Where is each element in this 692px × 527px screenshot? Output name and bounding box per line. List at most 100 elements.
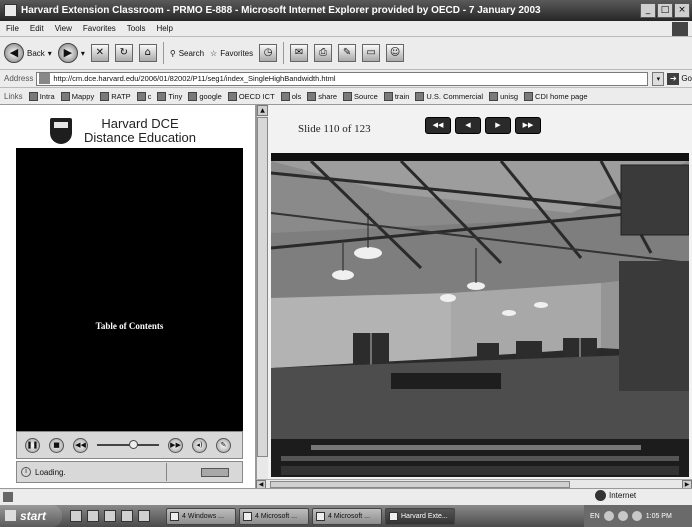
search-button[interactable]: ⚲ Search [170,49,204,58]
links-label: Links [4,91,23,101]
back-button[interactable]: ◀ Back ▾ [4,43,52,63]
folder-icon [170,511,179,521]
menu-view[interactable]: View [55,24,72,33]
link-google[interactable]: google [188,91,222,101]
link-ols[interactable]: ols [280,91,301,101]
app-quicklaunch-icon[interactable] [138,510,150,522]
link-cdi-home-page[interactable]: CDI home page [524,91,588,101]
link-label: CDI home page [535,91,588,101]
refresh-icon[interactable]: ↻ [114,44,133,62]
forward-button[interactable]: ▶ ▾ [57,43,85,63]
menu-favorites[interactable]: Favorites [83,24,116,33]
horizontal-scrollbar-thumb[interactable] [270,481,570,488]
task-microsoft-2[interactable]: 4 Microsoft ... [312,507,382,525]
menu-file[interactable]: File [6,24,19,33]
network-icon[interactable] [603,511,614,521]
discuss-icon[interactable]: ▭ [362,44,381,62]
print-icon[interactable]: ⎙ [314,44,333,62]
first-slide-button[interactable]: ◀◀ [425,117,451,134]
frame-vertical-scrollbar[interactable]: ▲ [256,105,268,479]
link-us-commercial[interactable]: U.S. Commercial [415,91,484,101]
seek-slider[interactable] [97,440,159,449]
start-button[interactable]: start [0,505,62,527]
link-oecd-ict[interactable]: OECD ICT [227,91,275,101]
menu-tools[interactable]: Tools [127,24,146,33]
menu-edit[interactable]: Edit [30,24,44,33]
link-share[interactable]: share [307,91,337,101]
scroll-up-arrow[interactable]: ▲ [257,105,268,116]
link-tiny[interactable]: Tiny [157,91,182,101]
chat-icon[interactable]: ✎ [216,437,231,453]
volume-icon[interactable]: ◂) [192,437,207,453]
language-indicator[interactable]: EN [590,513,600,520]
desktop-quicklaunch-icon[interactable] [87,510,99,522]
link-intra[interactable]: Intra [28,91,55,101]
task-label: 4 Microsoft ... [328,512,371,520]
link-source[interactable]: Source [343,91,378,101]
messenger-icon[interactable]: ☺ [386,44,405,62]
task-harvard-extension[interactable]: Harvard Exte... [385,507,455,525]
rewind-button[interactable]: ◀◀ [73,437,88,453]
slide-image [271,153,689,477]
page-icon [60,91,70,101]
word-quicklaunch-icon[interactable] [121,510,133,522]
task-microsoft-1[interactable]: 4 Microsoft ... [239,507,309,525]
ie-app-icon[interactable] [4,4,17,17]
stop-button[interactable]: ■ [49,437,64,453]
go-button[interactable]: ➔ Go [667,72,692,85]
link-c[interactable]: c [136,91,151,101]
security-tray-icon[interactable] [631,511,642,521]
buffer-meter [201,467,229,477]
video-area[interactable] [16,148,243,318]
chevron-down-icon[interactable]: ▾ [48,49,52,58]
chevron-down-icon[interactable]: ▾ [81,49,85,58]
ie-icon [389,511,398,521]
virtual-classroom-screenshot [271,153,689,477]
scrollbar-thumb[interactable] [257,117,268,457]
ie-quicklaunch-icon[interactable] [70,510,82,522]
stop-icon[interactable]: ✕ [90,44,109,62]
seek-slider-thumb[interactable] [129,440,138,449]
pause-button[interactable]: ❚❚ [25,437,40,453]
task-windows[interactable]: 4 Windows ... [166,507,236,525]
previous-slide-button[interactable]: ◀ [455,117,481,134]
close-button[interactable]: × [674,3,690,18]
link-train[interactable]: train [383,91,409,101]
globe-icon [595,490,606,501]
link-label: google [199,91,222,101]
link-ratp[interactable]: RATP [100,91,131,101]
link-mappy[interactable]: Mappy [60,91,94,101]
harvard-shield-logo [50,118,72,144]
link-label: Source [354,91,378,101]
address-dropdown-button[interactable]: ▾ [652,71,665,86]
player-panel: Harvard DCE Distance Education Table of … [0,105,256,488]
volume-tray-icon[interactable] [617,511,628,521]
info-icon: i [21,467,31,477]
page-icon [524,91,534,101]
address-url[interactable]: http://cm.dce.harvard.edu/2006/01/82002/… [53,74,335,83]
clock[interactable]: 1:05 PM [646,513,672,520]
link-label: U.S. Commercial [426,91,484,101]
favorites-button[interactable]: ☆ Favorites [210,49,253,58]
next-slide-button[interactable]: ▶ [485,117,511,134]
excel-icon [316,511,325,521]
security-zone[interactable]: Internet [595,490,636,501]
history-icon[interactable]: ◷ [259,44,278,62]
outlook-quicklaunch-icon[interactable] [104,510,116,522]
table-of-contents-panel[interactable]: Table of Contents [16,318,243,431]
minimize-button[interactable]: _ [640,3,656,18]
home-icon[interactable]: ⌂ [138,44,157,62]
mail-icon[interactable]: ✉ [290,44,309,62]
back-label: Back [27,48,45,58]
edit-icon[interactable]: ✎ [338,44,357,62]
menu-help[interactable]: Help [156,24,172,33]
fast-forward-button[interactable]: ▶▶ [168,437,183,453]
address-input[interactable]: http://cm.dce.harvard.edu/2006/01/82002/… [36,71,649,86]
last-slide-button[interactable]: ▶▶ [515,117,541,134]
maximize-button[interactable]: □ [657,3,673,18]
star-icon: ☆ [210,48,218,58]
link-unisg[interactable]: unisg [489,91,518,101]
page-icon [415,91,425,101]
link-label: RATP [111,91,131,101]
forward-arrow-icon: ▶ [57,43,78,63]
